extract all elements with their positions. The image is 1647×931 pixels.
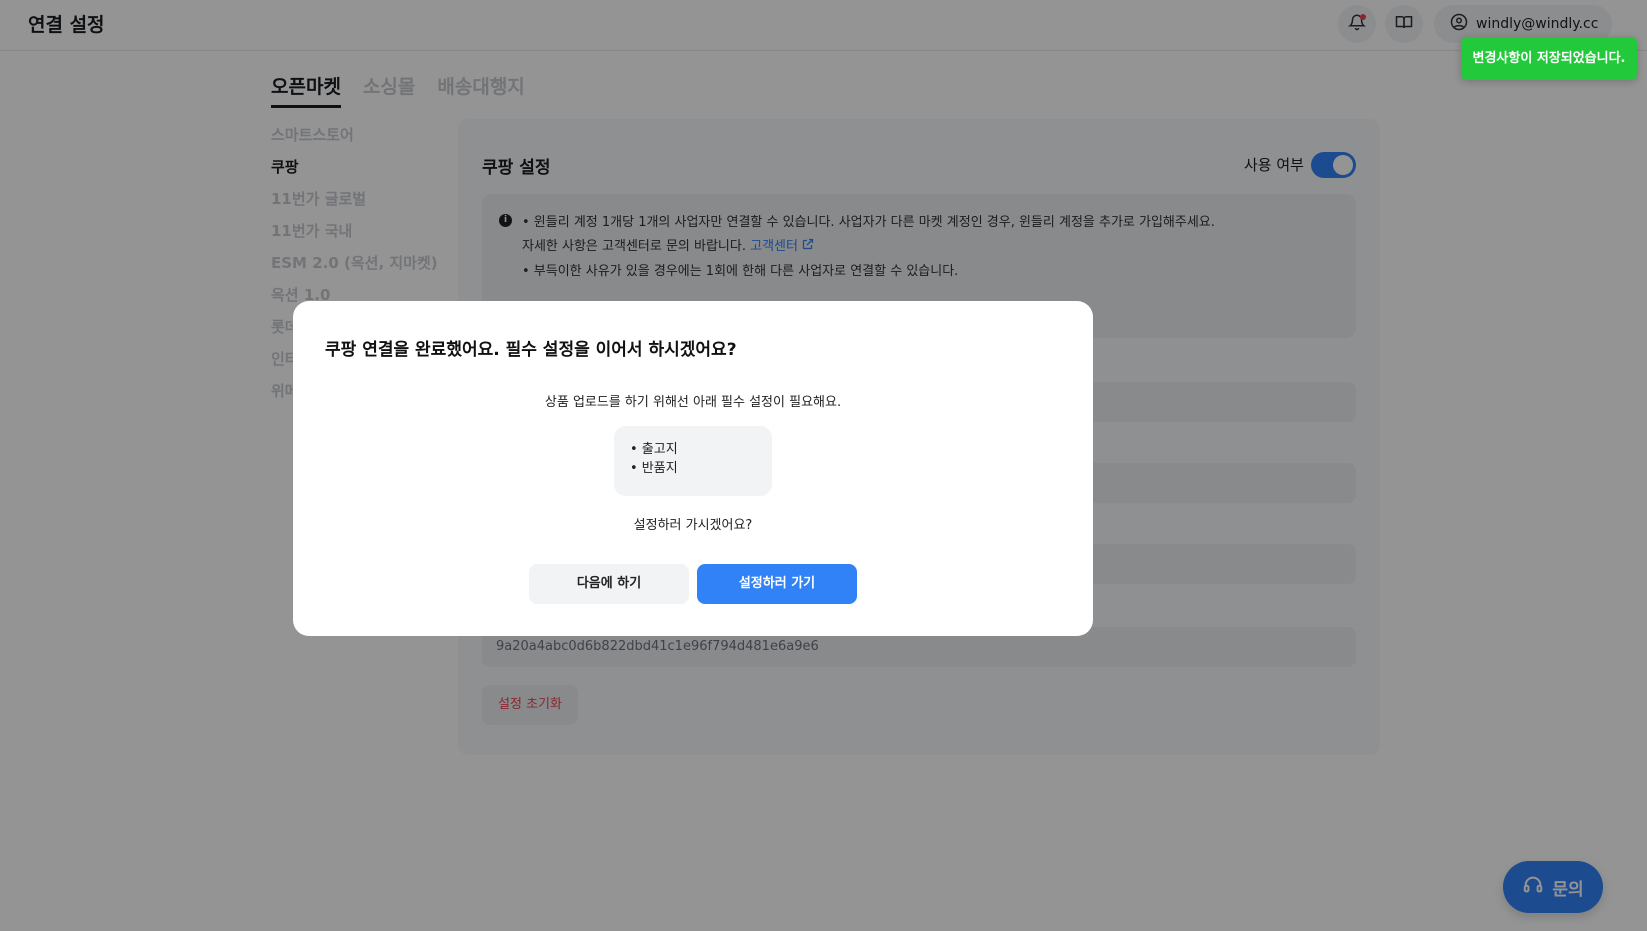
- required-settings-list: • 출고지 • 반품지: [614, 426, 772, 496]
- go-to-settings-button[interactable]: 설정하러 가기: [697, 564, 857, 604]
- setup-modal: 쿠팡 연결을 완료했어요. 필수 설정을 이어서 하시겠어요? 상품 업로드를 …: [293, 301, 1093, 636]
- modal-title: 쿠팡 연결을 완료했어요. 필수 설정을 이어서 하시겠어요?: [325, 340, 737, 360]
- required-item-return-address: • 반품지: [630, 461, 678, 476]
- required-item-shipping-origin: • 출고지: [630, 442, 678, 457]
- modal-question: 설정하러 가시겠어요?: [633, 518, 753, 533]
- modal-description: 상품 업로드를 하기 위해선 아래 필수 설정이 필요해요.: [544, 395, 842, 410]
- save-toast: 변경사항이 저장되었습니다.: [1461, 37, 1637, 80]
- later-button[interactable]: 다음에 하기: [529, 564, 689, 604]
